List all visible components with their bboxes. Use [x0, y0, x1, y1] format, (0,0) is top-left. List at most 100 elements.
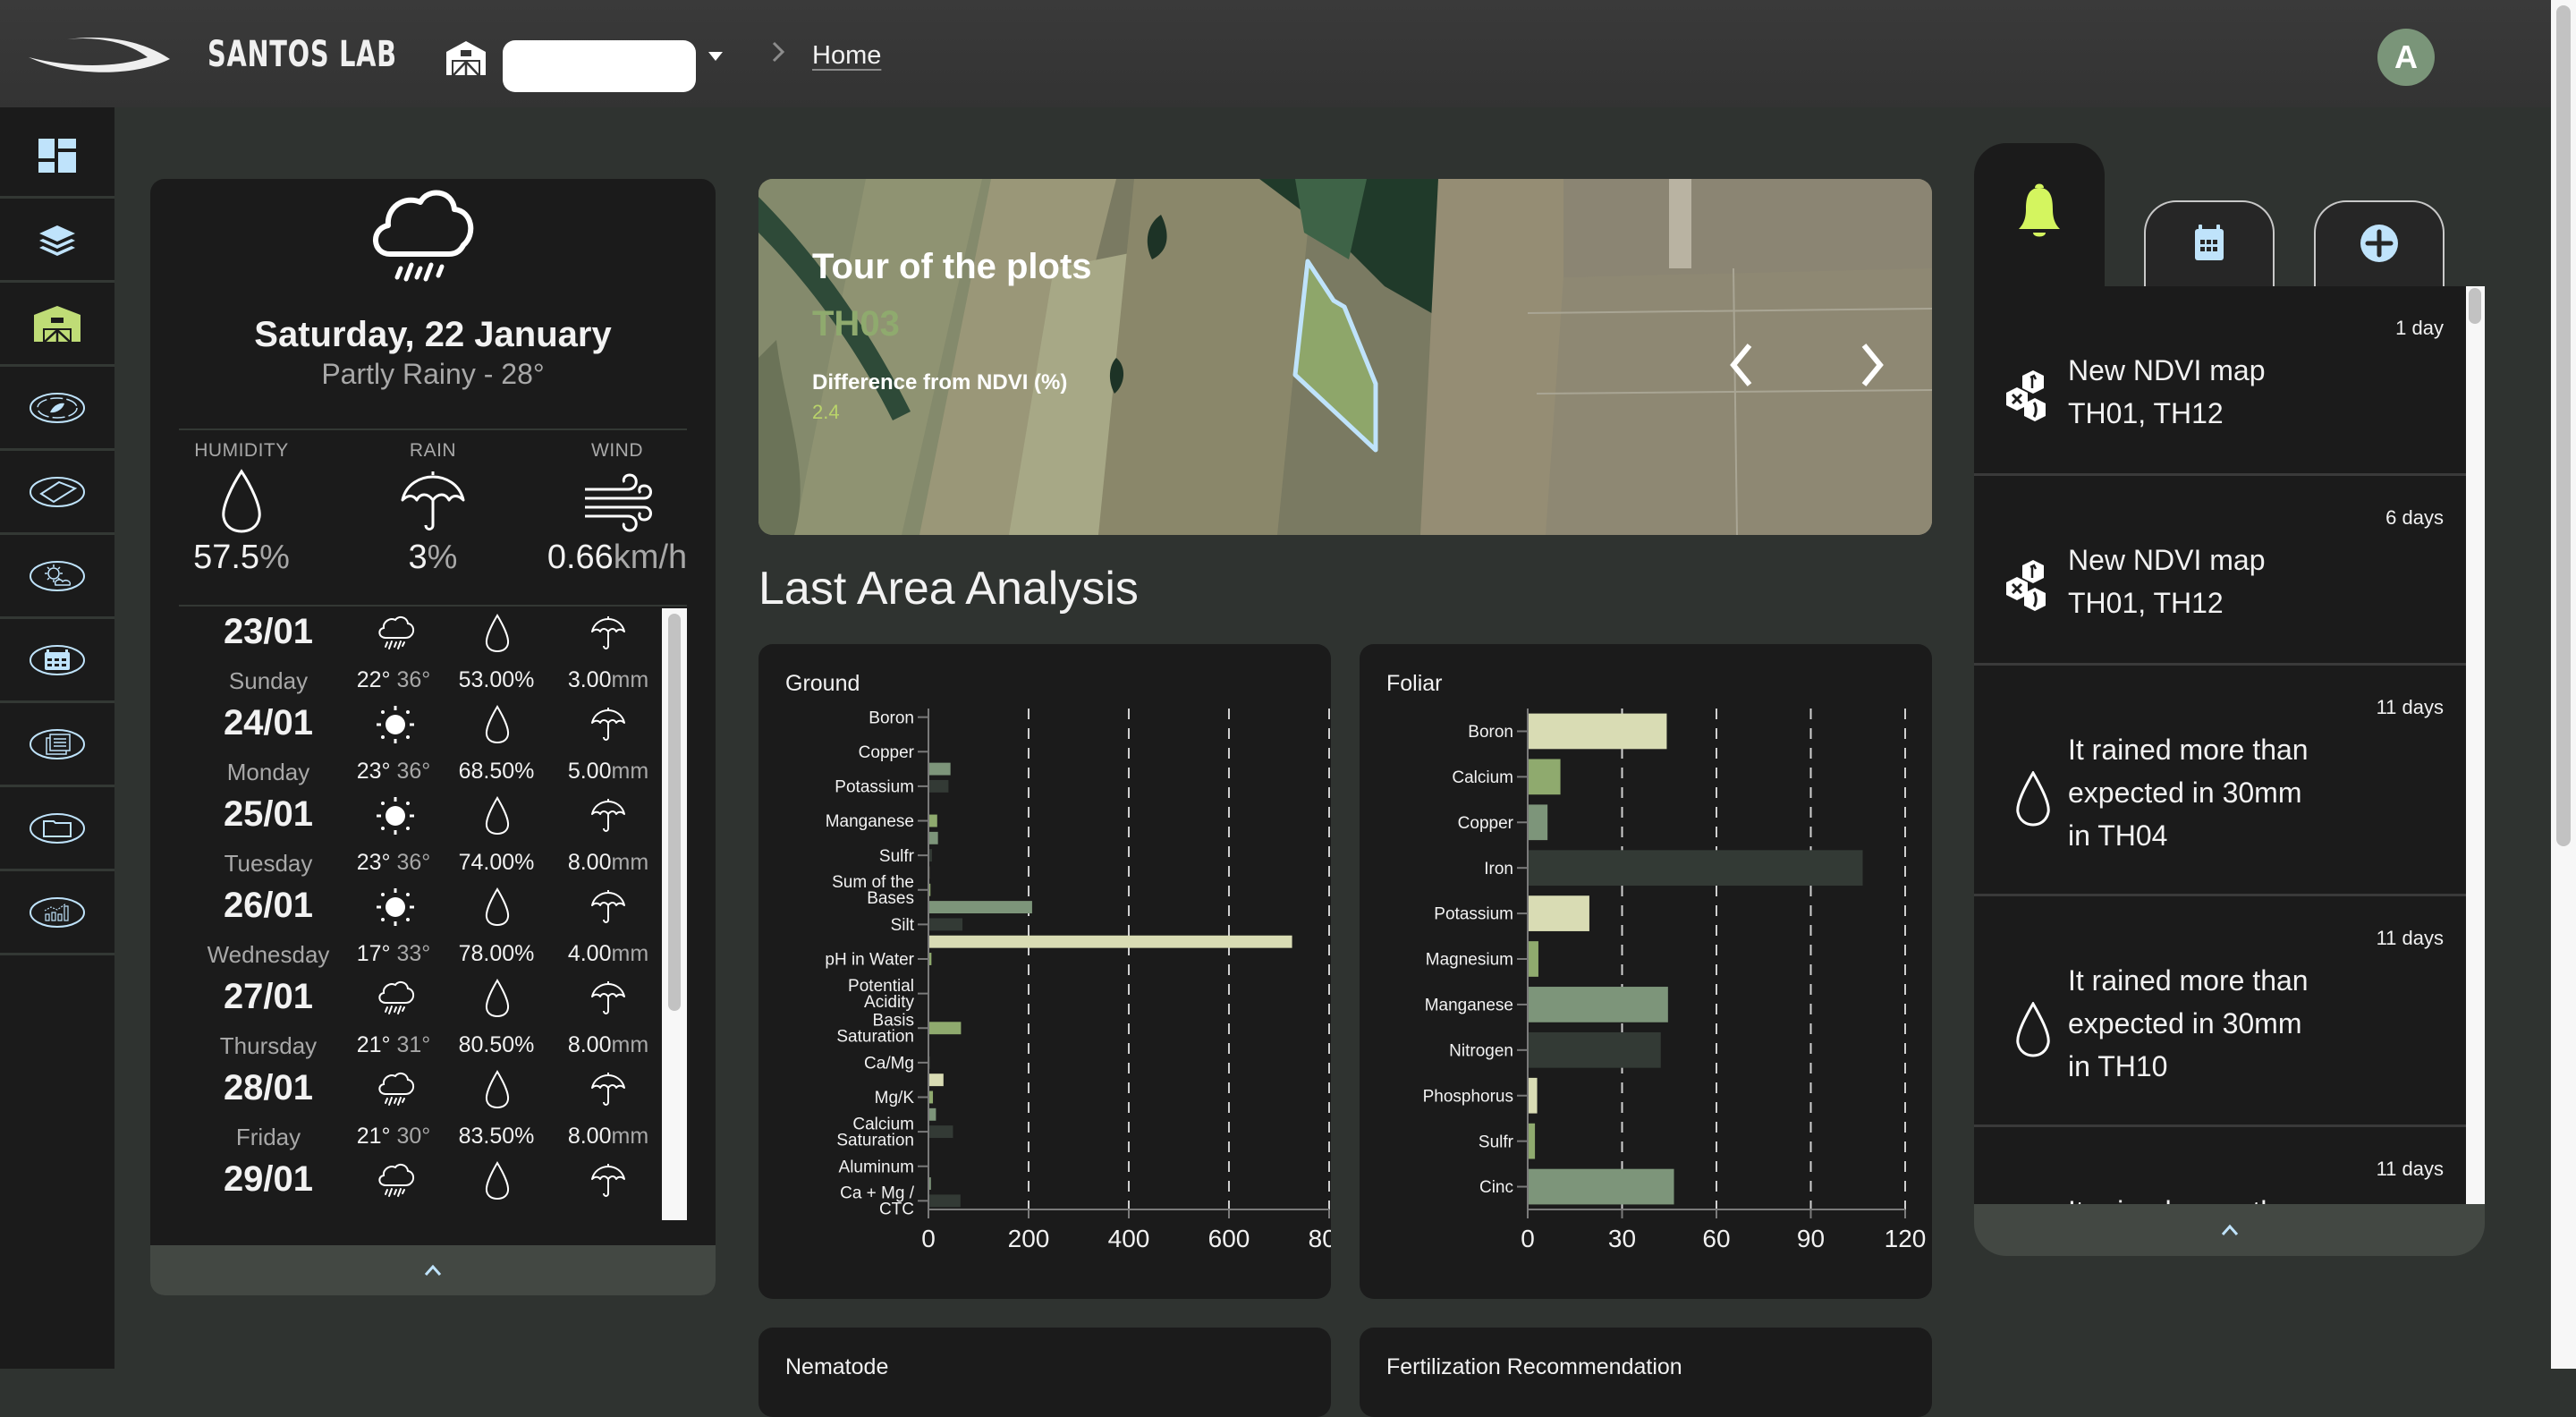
notifications-collapse-button[interactable]	[1974, 1204, 2485, 1256]
rain-cloud-icon	[365, 182, 481, 290]
page-scrollbar-thumb[interactable]	[2556, 5, 2571, 846]
bar[interactable]	[1528, 759, 1561, 795]
notification-text-line: TH01, TH12	[2068, 581, 2354, 624]
user-avatar[interactable]: A	[2377, 29, 2435, 86]
bar[interactable]	[928, 901, 1032, 913]
umbrella-icon	[581, 794, 635, 837]
notification-time: 6 days	[2385, 506, 2444, 530]
y-tick-label: Boron	[1468, 723, 1513, 742]
humidity-stat: HUMIDITY 57.5%	[152, 440, 331, 577]
sun-icon	[369, 703, 422, 746]
drop-icon	[2006, 998, 2060, 1061]
sidebar-item-files[interactable]	[0, 787, 114, 871]
notifications-scrollbar-thumb[interactable]	[2469, 288, 2481, 324]
forecast-date: 25/01	[179, 794, 358, 835]
forecast-list[interactable]: 23/01Sunday22° 36°53.00%3.00mm24/01Monda…	[179, 608, 662, 1220]
farm-barn-icon	[33, 306, 81, 342]
sidebar-item-crop-cycle[interactable]	[0, 367, 114, 451]
y-tick-label: Aluminum	[839, 1158, 914, 1176]
notification-text-line: expected in 30mm	[2068, 771, 2354, 814]
notification-time: 11 days	[2377, 1158, 2444, 1181]
notifications-list[interactable]: 1 dayNew NDVI mapTH01, TH12 6 days New NDV…	[1974, 286, 2466, 1204]
forecast-temperature: 23° 36°	[331, 850, 456, 876]
notification-item[interactable]: 11 daysIt rained more thanexpected in 30…	[1974, 666, 2466, 896]
bar[interactable]	[928, 1194, 961, 1207]
weather-collapse-button[interactable]	[150, 1245, 716, 1295]
notification-message: New NDVI mapTH01, TH12	[2068, 539, 2354, 624]
plot-tour-map[interactable]: Tour of the plots TH03 Difference from N…	[758, 179, 1932, 535]
drop-icon	[470, 886, 524, 929]
bar[interactable]	[1528, 1032, 1661, 1068]
sidebar-item-dashboard[interactable]	[0, 115, 114, 199]
y-tick-label: Mg/K	[875, 1089, 915, 1107]
farm-select[interactable]	[503, 40, 696, 92]
tab-add[interactable]	[2314, 200, 2445, 295]
next-plot-button[interactable]	[1855, 340, 1891, 390]
notification-text-line: in TH04	[2068, 814, 2354, 857]
bar[interactable]	[928, 936, 1292, 948]
forecast-rain: 5.00	[568, 759, 612, 784]
bar[interactable]	[1528, 1124, 1535, 1159]
notification-item[interactable]: 1 dayNew NDVI mapTH01, TH12	[1974, 286, 2466, 476]
swoosh-logo-icon	[27, 32, 197, 77]
bar[interactable]	[1528, 895, 1589, 931]
sidebar-item-weather[interactable]	[0, 535, 114, 619]
notification-item[interactable]: 11 daysIt rained more than	[1974, 1127, 2466, 1204]
umbrella-icon	[581, 1159, 635, 1202]
bar[interactable]	[1528, 804, 1547, 840]
bar[interactable]	[1528, 987, 1668, 1022]
y-tick-label: Boron	[869, 708, 914, 727]
forecast-humidity: 74.00%	[438, 850, 555, 876]
bar[interactable]	[928, 763, 951, 776]
tab-calendar[interactable]	[2144, 200, 2275, 295]
breadcrumb-home-link[interactable]: Home	[812, 41, 881, 71]
sidebar-item-layers[interactable]	[0, 199, 114, 283]
sidebar-item-farm[interactable]	[0, 283, 114, 367]
sidebar-item-documents[interactable]	[0, 703, 114, 787]
bar[interactable]	[1528, 850, 1863, 886]
bar[interactable]	[928, 780, 948, 793]
bar[interactable]	[928, 918, 962, 930]
forecast-temperature: 23° 36°	[331, 759, 456, 785]
fertilization-recommendation-card: Fertilization Recommendation	[1360, 1328, 1932, 1417]
forecast-rain: 4.00	[568, 941, 612, 966]
bar[interactable]	[928, 1125, 953, 1138]
forecast-scrollbar[interactable]	[662, 608, 687, 1220]
sidebar-item-plots[interactable]	[0, 451, 114, 535]
rain-cloud-icon	[369, 612, 422, 655]
bar[interactable]	[1528, 1169, 1674, 1205]
drop-icon	[470, 703, 524, 746]
forecast-rain-unit: mm	[612, 850, 649, 875]
chevron-down-icon[interactable]	[707, 50, 724, 63]
forecast-date: 26/01	[179, 886, 358, 926]
sidebar-item-analytics[interactable]	[0, 871, 114, 955]
y-tick-label: CalciumSaturation	[836, 1115, 914, 1150]
tour-title: Tour of the plots	[812, 247, 1092, 287]
bar[interactable]	[928, 832, 938, 844]
notification-text-line: It rained more than	[2068, 728, 2354, 771]
sidebar-item-calendar[interactable]	[0, 619, 114, 703]
bar[interactable]	[928, 1108, 936, 1121]
divider	[179, 428, 687, 430]
bar[interactable]	[1528, 941, 1538, 977]
page-scrollbar[interactable]	[2551, 0, 2576, 1369]
bar[interactable]	[928, 1073, 944, 1086]
previous-plot-button[interactable]	[1723, 340, 1758, 390]
notification-item[interactable]: 11 daysIt rained more thanexpected in 30…	[1974, 896, 2466, 1127]
bar[interactable]	[1528, 714, 1666, 750]
y-tick-label: pH in Water	[825, 951, 914, 970]
bar[interactable]	[928, 1022, 961, 1034]
rain-cloud-icon	[369, 1159, 422, 1202]
tab-notifications[interactable]	[1974, 143, 2105, 295]
brand-logo[interactable]: SANTOS LAB	[27, 32, 470, 77]
x-tick-label: 120	[1885, 1225, 1927, 1252]
notifications-scrollbar[interactable]	[2466, 286, 2485, 1204]
bar[interactable]	[1528, 1078, 1538, 1114]
forecast-row: 28/01Friday21° 30°83.50%8.00mm	[179, 1065, 662, 1156]
x-tick-label: 0	[1521, 1225, 1535, 1252]
forecast-max-temp: 30°	[396, 1124, 430, 1149]
notification-item[interactable]: 6 days New NDVI mapTH01, TH12	[1974, 476, 2466, 666]
bar[interactable]	[928, 815, 937, 827]
x-tick-label: 200	[1008, 1225, 1050, 1252]
forecast-scrollbar-thumb[interactable]	[668, 614, 681, 1011]
